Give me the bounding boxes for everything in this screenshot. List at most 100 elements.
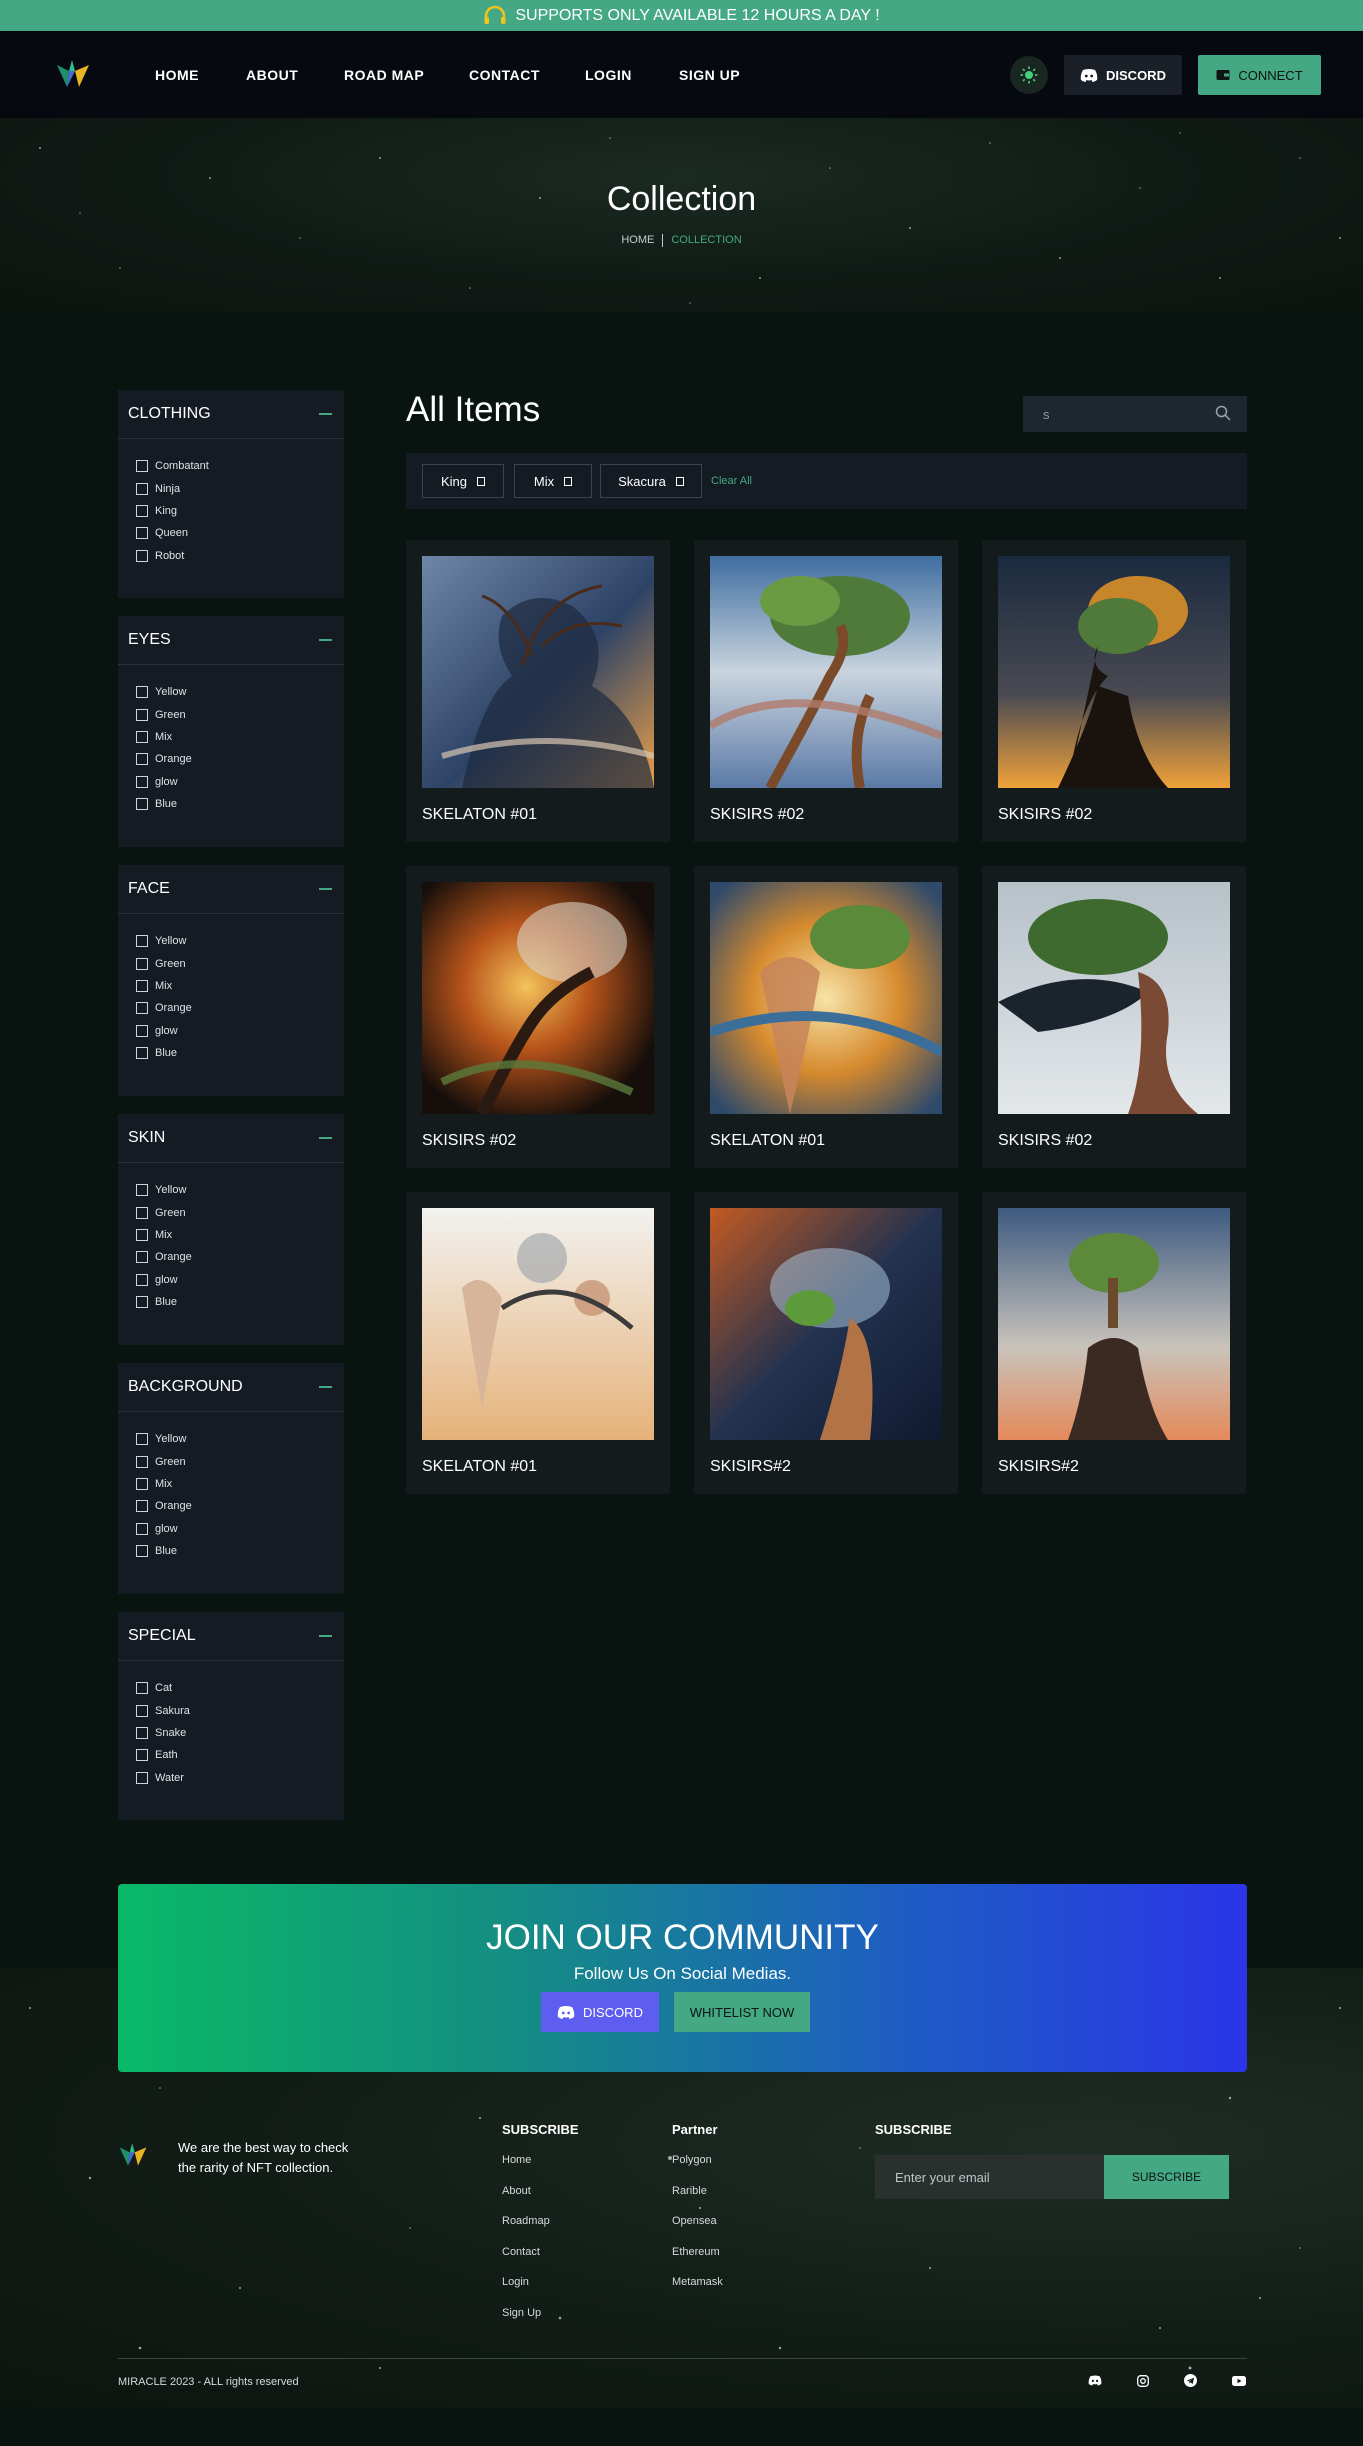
nft-image[interactable] [422, 556, 654, 788]
filter-option[interactable]: Mix [136, 726, 344, 748]
filter-option[interactable]: Robot [136, 545, 344, 567]
checkbox[interactable] [136, 1002, 148, 1015]
filter-option[interactable]: Sakura [136, 1699, 344, 1721]
checkbox[interactable] [136, 1251, 148, 1264]
checkbox[interactable] [136, 460, 148, 473]
checkbox[interactable] [136, 1433, 148, 1446]
nft-card[interactable]: SKISIRS #02 [406, 866, 670, 1168]
youtube-icon[interactable] [1231, 2373, 1246, 2388]
checkbox[interactable] [136, 935, 148, 948]
nft-card[interactable]: SKISIRS#2 [982, 1192, 1246, 1494]
checkbox[interactable] [136, 1749, 148, 1762]
filter-option[interactable]: Queen [136, 522, 344, 544]
filter-option[interactable]: Green [136, 952, 344, 974]
nft-name[interactable]: SKISIRS #02 [998, 806, 1092, 824]
collapse-icon[interactable] [319, 1386, 332, 1388]
filter-option[interactable]: Yellow [136, 930, 344, 952]
nft-card[interactable]: SKISIRS #02 [982, 540, 1246, 842]
checkbox[interactable] [136, 708, 148, 721]
filter-header[interactable]: SKIN [118, 1114, 344, 1163]
filter-header[interactable]: FACE [118, 865, 344, 914]
nft-image[interactable] [422, 1208, 654, 1440]
search-icon[interactable] [1215, 405, 1231, 421]
filter-tag[interactable]: Mix [514, 464, 592, 498]
remove-tag-icon[interactable] [477, 476, 486, 486]
filter-option[interactable]: Eath [136, 1744, 344, 1766]
email-field[interactable]: Enter your email [875, 2155, 1105, 2199]
checkbox[interactable] [136, 775, 148, 788]
filter-option[interactable]: Orange [136, 1495, 344, 1517]
checkbox[interactable] [136, 1704, 148, 1717]
nft-card[interactable]: SKELATON #01 [694, 866, 958, 1168]
filter-option[interactable]: Water [136, 1767, 344, 1789]
filter-option[interactable]: Cat [136, 1677, 344, 1699]
footer-link-roadmap[interactable]: Roadmap [502, 2215, 579, 2246]
checkbox[interactable] [136, 1682, 148, 1695]
nft-image[interactable] [422, 882, 654, 1114]
checkbox[interactable] [136, 1545, 148, 1558]
checkbox[interactable] [136, 1500, 148, 1513]
filter-option[interactable]: Mix [136, 975, 344, 997]
remove-tag-icon[interactable] [675, 476, 684, 486]
subscribe-button[interactable]: SUBSCRIBE [1104, 2155, 1229, 2199]
nft-name[interactable]: SKELATON #01 [422, 1458, 537, 1476]
nft-card[interactable]: SKELATON #01 [406, 540, 670, 842]
nft-image[interactable] [998, 556, 1230, 788]
filter-option[interactable]: Snake [136, 1722, 344, 1744]
logo[interactable] [55, 57, 91, 89]
nav-login[interactable]: LOGIN [585, 67, 632, 83]
partner-link-opensea[interactable]: Opensea [672, 2215, 723, 2246]
filter-option[interactable]: Combatant [136, 455, 344, 477]
filter-option[interactable]: Blue [136, 793, 344, 815]
filter-option[interactable]: Mix [136, 1224, 344, 1246]
nft-image[interactable] [998, 882, 1230, 1114]
footer-logo[interactable] [118, 2140, 148, 2168]
filter-option[interactable]: Green [136, 1450, 344, 1472]
checkbox[interactable] [136, 1184, 148, 1197]
collapse-icon[interactable] [319, 1137, 332, 1139]
nav-sign-up[interactable]: SIGN UP [679, 67, 740, 83]
filter-tag[interactable]: Skacura [600, 464, 702, 498]
filter-header[interactable]: SPECIAL [118, 1612, 344, 1661]
search-input[interactable]: s [1023, 396, 1247, 432]
filter-header[interactable]: EYES [118, 616, 344, 665]
filter-option[interactable]: Yellow [136, 1428, 344, 1450]
discord-button[interactable]: DISCORD [1064, 55, 1182, 95]
instagram-icon[interactable] [1135, 2373, 1150, 2388]
nft-card[interactable]: SKISIRS #02 [694, 540, 958, 842]
filter-option[interactable]: glow [136, 771, 344, 793]
checkbox[interactable] [136, 527, 148, 540]
checkbox[interactable] [136, 957, 148, 970]
nft-card[interactable]: SKISIRS#2 [694, 1192, 958, 1494]
nft-name[interactable]: SKELATON #01 [710, 1132, 825, 1150]
filter-option[interactable]: Orange [136, 997, 344, 1019]
filter-header[interactable]: CLOTHING [118, 390, 344, 439]
breadcrumb-home[interactable]: HOME [621, 234, 654, 247]
nft-card[interactable]: SKISIRS #02 [982, 866, 1246, 1168]
nft-name[interactable]: SKISIRS#2 [710, 1458, 791, 1476]
nft-name[interactable]: SKELATON #01 [422, 806, 537, 824]
checkbox[interactable] [136, 1296, 148, 1309]
nav-about[interactable]: ABOUT [246, 67, 298, 83]
clear-all-link[interactable]: Clear All [711, 475, 752, 487]
checkbox[interactable] [136, 1273, 148, 1286]
remove-tag-icon[interactable] [564, 476, 573, 486]
checkbox[interactable] [136, 1771, 148, 1784]
nft-name[interactable]: SKISIRS #02 [422, 1132, 516, 1150]
checkbox[interactable] [136, 1047, 148, 1060]
partner-link-metamask[interactable]: Metamask [672, 2276, 723, 2307]
checkbox[interactable] [136, 730, 148, 743]
nft-name[interactable]: SKISIRS #02 [998, 1132, 1092, 1150]
checkbox[interactable] [136, 504, 148, 517]
filter-header[interactable]: BACKGROUND [118, 1363, 344, 1412]
filter-option[interactable]: Blue [136, 1291, 344, 1313]
nft-card[interactable]: SKELATON #01 [406, 1192, 670, 1494]
footer-link-home[interactable]: Home [502, 2154, 579, 2185]
nft-name[interactable]: SKISIRS #02 [710, 806, 804, 824]
footer-link-contact[interactable]: Contact [502, 2246, 579, 2277]
community-discord-button[interactable]: DISCORD [541, 1992, 659, 2032]
checkbox[interactable] [136, 753, 148, 766]
collapse-icon[interactable] [319, 1635, 332, 1637]
theme-toggle[interactable] [1010, 56, 1048, 94]
whitelist-button[interactable]: WHITELIST NOW [674, 1992, 810, 2032]
